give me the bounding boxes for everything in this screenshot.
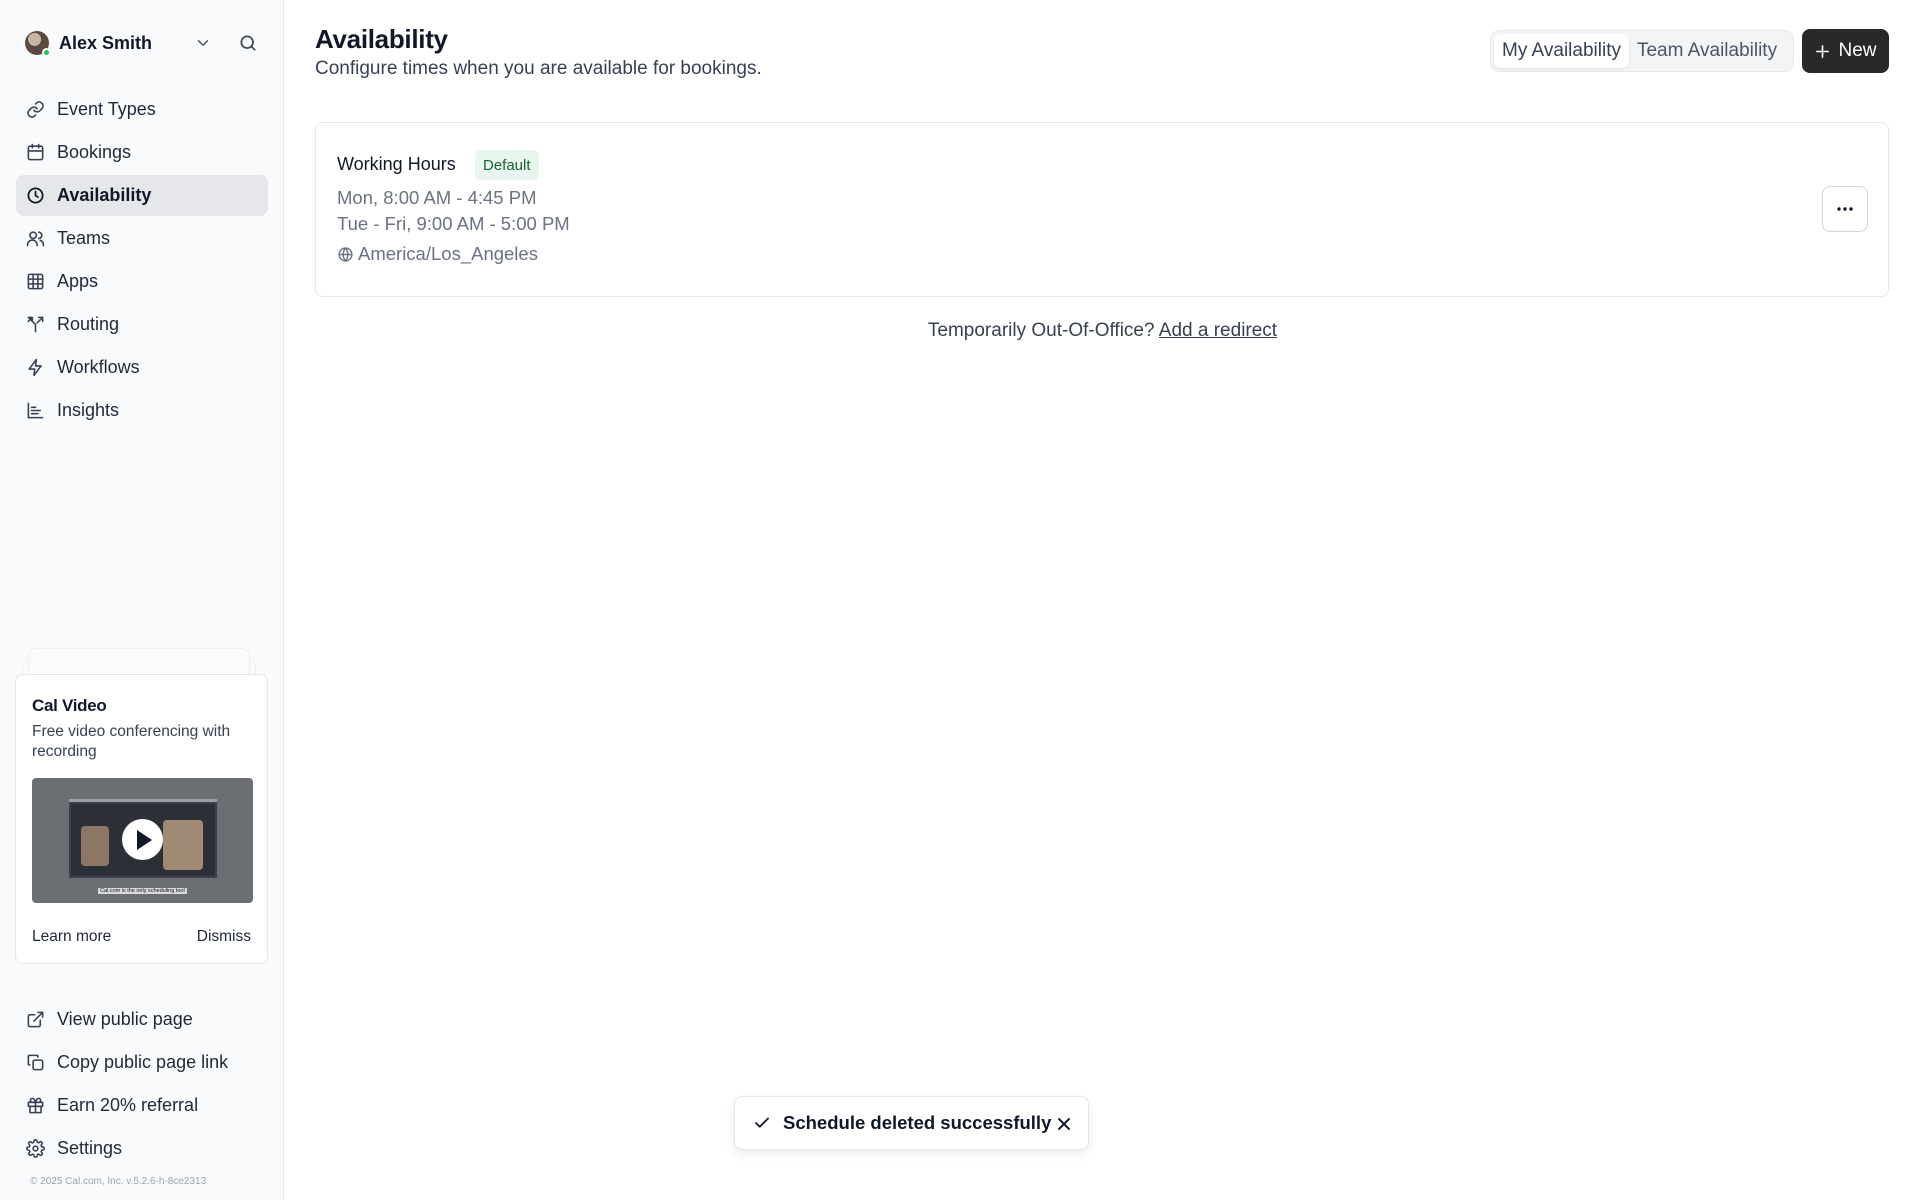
promo-video-thumbnail[interactable]: Cal.com is the only scheduling tool bbox=[32, 778, 253, 903]
schedule-line: Mon, 8:00 AM - 4:45 PM bbox=[337, 187, 537, 208]
sidebar-item-routing[interactable]: Routing bbox=[16, 304, 268, 345]
schedule-card[interactable]: Working Hours Default Mon, 8:00 AM - 4:4… bbox=[315, 122, 1889, 297]
link-icon bbox=[27, 101, 44, 118]
schedule-name: Working Hours bbox=[337, 154, 456, 174]
schedule-options-button[interactable] bbox=[1822, 186, 1868, 232]
sidebar-item-referral[interactable]: Earn 20% referral bbox=[16, 1085, 268, 1126]
split-icon bbox=[27, 316, 44, 333]
search-icon[interactable] bbox=[238, 33, 258, 53]
sidebar-nav: Event Types Bookings Availability Teams … bbox=[16, 89, 268, 433]
sidebar-item-label: Insights bbox=[57, 400, 120, 420]
chevron-down-icon[interactable] bbox=[194, 34, 212, 52]
copy-icon bbox=[27, 1054, 44, 1071]
sidebar-item-label: Earn 20% referral bbox=[57, 1095, 199, 1115]
sidebar-item-workflows[interactable]: Workflows bbox=[16, 347, 268, 388]
promo-title: Cal Video bbox=[32, 696, 107, 715]
close-icon[interactable] bbox=[1054, 1114, 1074, 1134]
schedule-line: Tue - Fri, 9:00 AM - 5:00 PM bbox=[337, 213, 570, 234]
copyright-text: © 2025 Cal.com, Inc. v.5.2.6-h-8ce2313 bbox=[30, 1176, 207, 1187]
sidebar-item-view-public-page[interactable]: View public page bbox=[16, 999, 268, 1040]
sidebar-item-label: Routing bbox=[57, 314, 120, 334]
sidebar-bottom-nav: View public page Copy public page link E… bbox=[16, 999, 268, 1171]
sidebar-item-label: Apps bbox=[57, 271, 99, 291]
sidebar-item-label: Copy public page link bbox=[57, 1052, 229, 1072]
sidebar-item-apps[interactable]: Apps bbox=[16, 261, 268, 302]
timezone-label: America/Los_Angeles bbox=[358, 243, 538, 264]
schedule-timezone: America/Los_Angeles bbox=[337, 243, 538, 265]
grid-icon bbox=[27, 273, 44, 290]
sidebar-item-availability[interactable]: Availability bbox=[16, 175, 268, 216]
zap-icon bbox=[28, 358, 42, 377]
toast-message: Schedule deleted successfully bbox=[783, 1112, 1052, 1133]
sidebar-item-settings[interactable]: Settings bbox=[16, 1128, 268, 1169]
default-badge: Default bbox=[475, 150, 539, 180]
thumbnail-person bbox=[81, 826, 109, 866]
sidebar-item-bookings[interactable]: Bookings bbox=[16, 132, 268, 173]
promo-card: Cal Video Free video conferencing with r… bbox=[15, 674, 268, 964]
more-horizontal-icon bbox=[1837, 207, 1853, 211]
avatar bbox=[25, 31, 51, 57]
check-icon bbox=[755, 1117, 769, 1128]
main-content: Availability Configure times when you ar… bbox=[285, 0, 1920, 1200]
sidebar-item-insights[interactable]: Insights bbox=[16, 390, 268, 431]
sidebar-item-label: Availability bbox=[57, 185, 152, 205]
bar-chart-icon bbox=[27, 402, 44, 419]
out-of-office-prompt: Temporarily Out-Of-Office? Add a redirec… bbox=[285, 320, 1920, 342]
plus-icon bbox=[1816, 44, 1830, 58]
new-schedule-button[interactable]: New bbox=[1802, 29, 1889, 73]
sidebar-item-label: Bookings bbox=[57, 142, 132, 162]
ooo-text: Temporarily Out-Of-Office? bbox=[927, 320, 1155, 341]
online-status-dot bbox=[42, 48, 51, 57]
sidebar-item-label: View public page bbox=[57, 1009, 193, 1029]
tab-my-availability[interactable]: My Availability bbox=[1494, 34, 1629, 68]
page-subtitle: Configure times when you are available f… bbox=[315, 58, 762, 79]
sidebar-item-label: Workflows bbox=[57, 357, 140, 377]
tab-team-availability[interactable]: Team Availability bbox=[1629, 34, 1785, 68]
sidebar-item-label: Event Types bbox=[57, 99, 156, 119]
thumbnail-caption: Cal.com is the only scheduling tool bbox=[98, 888, 187, 894]
calendar-icon bbox=[27, 143, 44, 161]
sidebar-item-teams[interactable]: Teams bbox=[16, 218, 268, 259]
dismiss-button[interactable]: Dismiss bbox=[197, 928, 251, 946]
external-link-icon bbox=[27, 1011, 44, 1028]
clock-icon bbox=[27, 187, 44, 204]
gift-icon bbox=[27, 1097, 44, 1114]
new-button-label: New bbox=[1838, 40, 1877, 61]
user-name: Alex Smith bbox=[59, 32, 153, 53]
toast-notification: Schedule deleted successfully bbox=[734, 1096, 1089, 1150]
promo-description: Free video conferencing with recording bbox=[32, 723, 231, 760]
learn-more-link[interactable]: Learn more bbox=[32, 928, 111, 946]
thumbnail-person bbox=[163, 820, 203, 870]
sidebar: Alex Smith Event Types Bookings Availabi… bbox=[0, 0, 284, 1200]
sidebar-item-label: Settings bbox=[57, 1138, 123, 1158]
users-icon bbox=[26, 231, 45, 247]
sidebar-item-event-types[interactable]: Event Types bbox=[16, 89, 268, 130]
globe-icon bbox=[338, 246, 353, 262]
page-title: Availability bbox=[315, 24, 448, 54]
availability-toggle: My Availability Team Availability bbox=[1490, 30, 1794, 72]
user-menu[interactable]: Alex Smith bbox=[16, 26, 268, 60]
gear-icon bbox=[26, 1139, 45, 1158]
sidebar-item-copy-public-link[interactable]: Copy public page link bbox=[16, 1042, 268, 1083]
play-button[interactable] bbox=[122, 819, 163, 860]
add-redirect-link[interactable]: Add a redirect bbox=[1159, 320, 1277, 341]
sidebar-item-label: Teams bbox=[57, 228, 111, 248]
